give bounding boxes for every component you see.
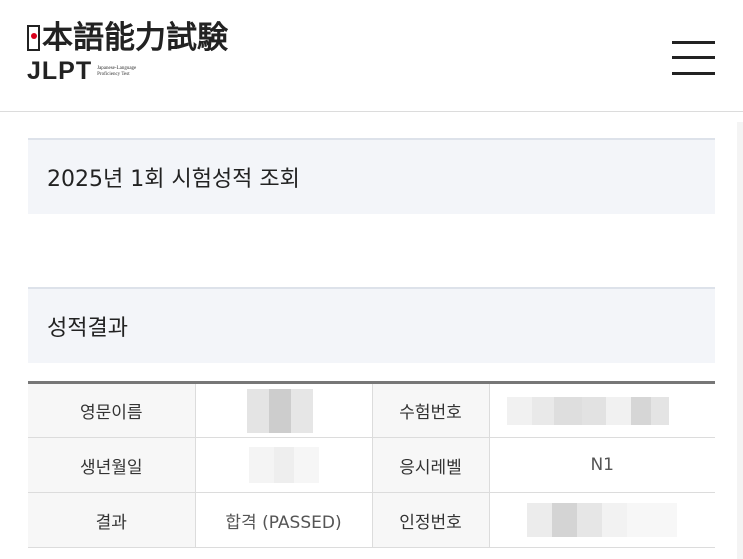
logo-jlpt-text: JLPT: [27, 57, 93, 85]
table-row: 생년월일 응시레벨 N1: [28, 437, 715, 493]
logo-english: JLPT Japanese-Language Proficiency Test: [27, 58, 228, 84]
label-birth-date: 생년월일: [28, 437, 195, 493]
label-exam-number: 수험번호: [371, 382, 489, 438]
label-result: 결과: [28, 492, 195, 548]
redacted-value: [527, 503, 678, 537]
value-birth-date: [194, 437, 372, 493]
redacted-value: [507, 396, 697, 425]
label-certificate-number: 인정번호: [371, 492, 489, 548]
result-title: 성적결과: [47, 316, 128, 341]
value-exam-level: N1: [488, 437, 715, 493]
value-certificate-number: [488, 492, 715, 548]
hamburger-menu-icon[interactable]: [672, 41, 715, 75]
logo-sun-icon: [27, 25, 40, 51]
table-row: 결과 합격 (PASSED) 인정번호: [28, 492, 715, 548]
scrollbar[interactable]: [737, 122, 743, 559]
redacted-value: [246, 388, 321, 433]
label-english-name: 영문이름: [28, 382, 195, 438]
value-exam-number: [488, 382, 715, 438]
jlpt-logo[interactable]: 本語能力試験 JLPT Japanese-Language Proficienc…: [27, 20, 228, 84]
exam-title: 2025년 1회 시험성적 조회: [47, 167, 300, 192]
logo-subtitle: Japanese-Language Proficiency Test: [97, 66, 137, 77]
logo-japanese-text: 本語能力試験: [42, 20, 228, 56]
table-row: 영문이름 수험번호: [28, 382, 715, 438]
result-title-section: 성적결과: [28, 287, 715, 363]
exam-title-section: 2025년 1회 시험성적 조회: [28, 138, 715, 214]
site-header: 本語能力試験 JLPT Japanese-Language Proficienc…: [0, 0, 743, 112]
label-exam-level: 응시레벨: [371, 437, 489, 493]
value-english-name: [194, 382, 372, 438]
redacted-value: [248, 447, 319, 483]
main-content: 2025년 1회 시험성적 조회 성적결과 영문이름 수험번호 생년월일 응시레…: [28, 138, 715, 548]
logo-japanese: 本語能力試験: [27, 20, 228, 56]
result-table: 영문이름 수험번호 생년월일 응시레벨 N1 결과 합격 (PASSED) 인정…: [28, 381, 715, 548]
value-result: 합격 (PASSED): [194, 492, 372, 548]
